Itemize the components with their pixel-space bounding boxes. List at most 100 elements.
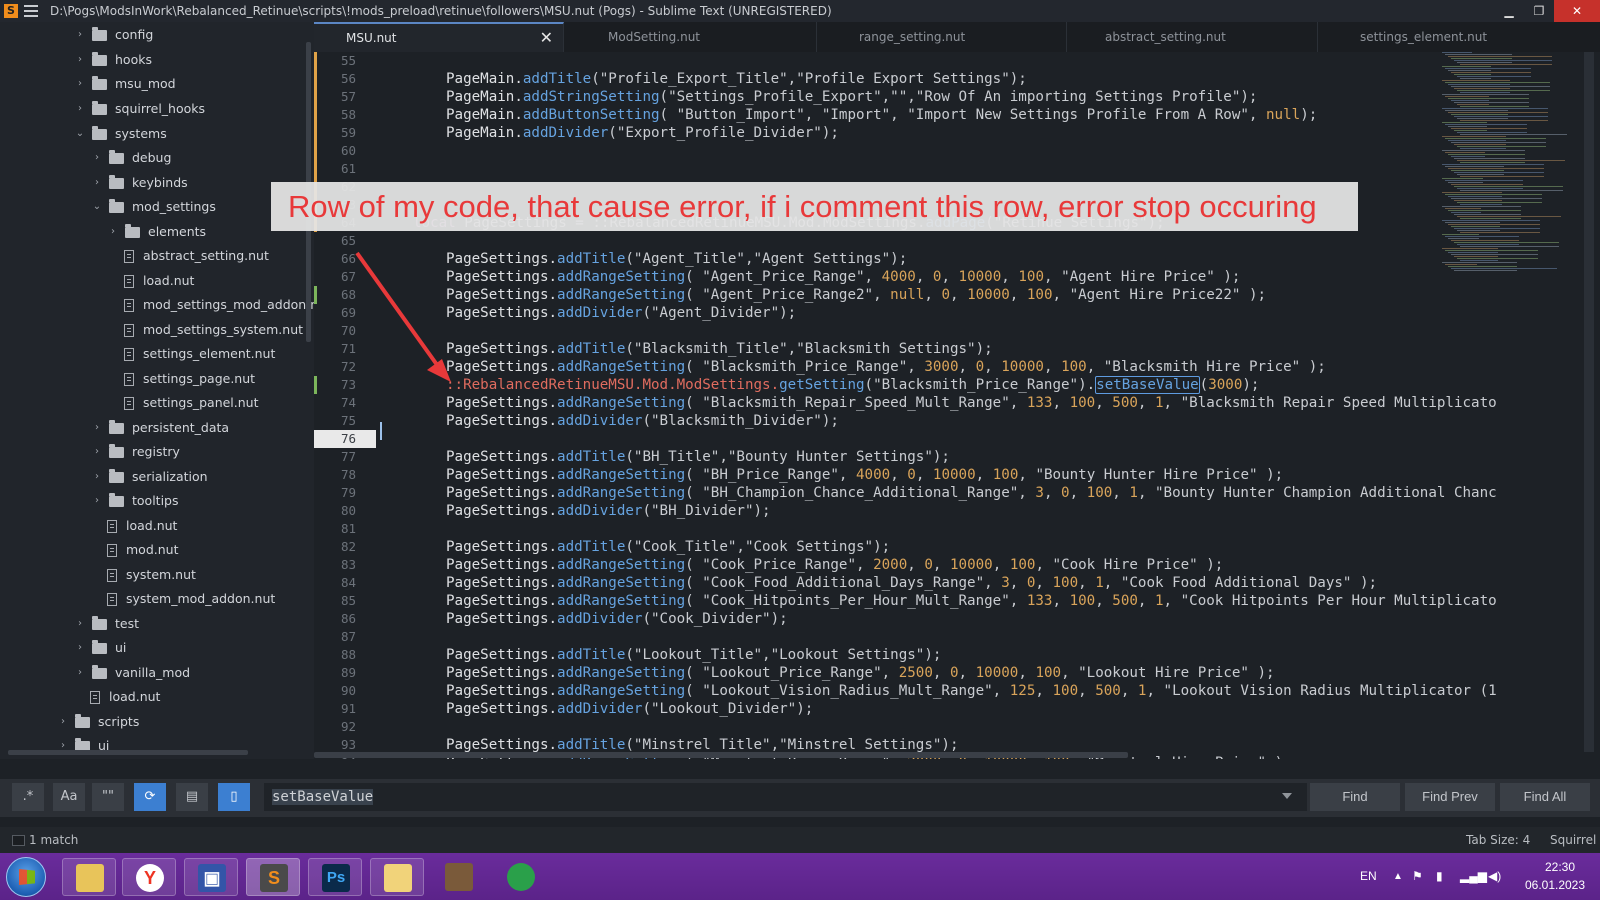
- chevron-right-icon[interactable]: ›: [74, 661, 86, 685]
- clock-time[interactable]: 22:30: [1530, 858, 1590, 876]
- sidebar-item-mod-settings-system[interactable]: mod_settings_system.nut: [124, 318, 303, 342]
- chevron-right-icon[interactable]: ›: [91, 465, 103, 489]
- close-window-button[interactable]: ✕: [1554, 0, 1600, 22]
- sidebar-item-systems[interactable]: ⌄ systems: [74, 122, 167, 146]
- code-line[interactable]: PageSettings.addDivider("Agent_Divider")…: [446, 304, 796, 322]
- tab-range-setting-nut[interactable]: range_setting.nut: [817, 22, 1067, 52]
- sidebar-item-tooltips[interactable]: › tooltips: [91, 489, 179, 513]
- chevron-down-icon[interactable]: ⌄: [74, 122, 86, 146]
- chevron-right-icon[interactable]: ›: [74, 97, 86, 121]
- clock-date[interactable]: 06.01.2023: [1520, 876, 1590, 894]
- chevron-right-icon[interactable]: ›: [74, 72, 86, 96]
- find-prev-button[interactable]: Find Prev: [1405, 783, 1495, 811]
- chevron-right-icon[interactable]: ›: [91, 146, 103, 170]
- find-input[interactable]: setBaseValue: [264, 783, 1307, 811]
- save-icon[interactable]: ▣: [184, 858, 238, 896]
- file-explorer-icon[interactable]: [62, 858, 116, 896]
- sidebar-item-mod-settings-mod-addon[interactable]: mod_settings_mod_addon.nut: [124, 293, 314, 317]
- minimize-button[interactable]: ▁: [1494, 0, 1524, 22]
- sidebar-horizontal-scrollbar[interactable]: [8, 750, 248, 755]
- sidebar-item-serialization[interactable]: › serialization: [91, 465, 208, 489]
- code-line[interactable]: PageSettings.addTitle("Lookout_Title","L…: [446, 646, 941, 664]
- syntax-indicator[interactable]: Squirrel: [1550, 827, 1596, 853]
- code-line[interactable]: PageMain.addButtonSetting( "Button_Impor…: [446, 106, 1317, 124]
- in-selection-toggle-button[interactable]: ▤: [176, 783, 208, 811]
- code-line[interactable]: PageMain.addStringSetting("Settings_Prof…: [446, 88, 1257, 106]
- code-line[interactable]: PageMain.addTitle("Profile_Export_Title"…: [446, 70, 1027, 88]
- sublime-text-icon[interactable]: S: [246, 858, 300, 896]
- chevron-right-icon[interactable]: ›: [91, 416, 103, 440]
- editor-vertical-scrollbar[interactable]: [1584, 52, 1594, 752]
- code-editor[interactable]: 5556575859606162636465666768697071727374…: [314, 52, 1600, 759]
- sidebar-item-debug[interactable]: › debug: [91, 146, 171, 170]
- flag-icon[interactable]: ⚑: [1412, 853, 1423, 900]
- code-line[interactable]: PageSettings.addTitle("BH_Title","Bounty…: [446, 448, 950, 466]
- code-line[interactable]: PageSettings.addRangeSetting( "BH_Price_…: [446, 466, 1283, 484]
- volume-icon[interactable]: ◀): [1488, 853, 1501, 900]
- sidebar-item-persistent-data[interactable]: › persistent_data: [91, 416, 229, 440]
- sidebar-item-mod-settings[interactable]: ⌄ mod_settings: [91, 195, 216, 219]
- regex-toggle-button[interactable]: .*: [12, 783, 44, 811]
- code-line[interactable]: PageSettings.addDivider("Lookout_Divider…: [446, 700, 813, 718]
- sidebar-item-abstract-setting[interactable]: abstract_setting.nut: [124, 244, 269, 268]
- find-button[interactable]: Find: [1310, 783, 1400, 811]
- code-line[interactable]: PageSettings.addRangeSetting( "Agent_Pri…: [446, 268, 1240, 286]
- maximize-button[interactable]: ❐: [1524, 0, 1554, 22]
- minimap[interactable]: [1442, 52, 1567, 292]
- sidebar-item-hooks[interactable]: › hooks: [74, 48, 152, 72]
- tab-size-indicator[interactable]: Tab Size: 4: [1466, 827, 1530, 853]
- chevron-right-icon[interactable]: ›: [91, 171, 103, 195]
- chevron-right-icon[interactable]: ›: [74, 48, 86, 72]
- code-line[interactable]: PageSettings.addDivider("Blacksmith_Divi…: [446, 412, 839, 430]
- code-line[interactable]: PageMain.addDivider("Export_Profile_Divi…: [446, 124, 839, 142]
- code-line[interactable]: PageSettings.addRangeSetting( "Lookout_P…: [446, 664, 1275, 682]
- sidebar-item-ui[interactable]: › ui: [74, 636, 126, 660]
- chevron-right-icon[interactable]: ›: [57, 710, 69, 734]
- game-icon[interactable]: [432, 858, 486, 896]
- editor-horizontal-scrollbar[interactable]: [314, 752, 1128, 758]
- photoshop-icon[interactable]: Ps: [308, 858, 362, 896]
- sidebar-item-settings-element[interactable]: settings_element.nut: [124, 342, 275, 366]
- torrent-icon[interactable]: [494, 858, 548, 896]
- start-button[interactable]: [6, 857, 46, 897]
- sidebar-item-mod-nut[interactable]: mod.nut: [107, 538, 178, 562]
- code-line[interactable]: ::RebalancedRetinueMSU.Mod.ModSettings.g…: [446, 376, 1259, 394]
- code-line[interactable]: PageSettings.addRangeSetting( "BH_Champi…: [446, 484, 1497, 502]
- tab-msu-nut[interactable]: MSU.nut ✕: [314, 22, 564, 52]
- sidebar-item-squirrel-hooks[interactable]: › squirrel_hooks: [74, 97, 205, 121]
- chevron-right-icon[interactable]: ›: [74, 636, 86, 660]
- sidebar-item-settings-page[interactable]: settings_page.nut: [124, 367, 255, 391]
- tab-abstract-setting-nut[interactable]: abstract_setting.nut: [1067, 22, 1318, 52]
- folder-icon[interactable]: [370, 858, 424, 896]
- network-icon[interactable]: ▮: [1436, 853, 1443, 900]
- sidebar-item-test[interactable]: › test: [74, 612, 139, 636]
- sidebar-item-registry[interactable]: › registry: [91, 440, 180, 464]
- code-line[interactable]: PageSettings.addTitle("Cook_Title","Cook…: [446, 538, 890, 556]
- chevron-right-icon[interactable]: ›: [74, 612, 86, 636]
- code-line[interactable]: PageSettings.addRangeSetting( "Cook_Hitp…: [446, 592, 1497, 610]
- code-line[interactable]: PageSettings.addRangeSetting( "Blacksmit…: [446, 394, 1497, 412]
- chevron-down-icon[interactable]: ⌄: [91, 195, 103, 219]
- code-line[interactable]: PageSettings.addRangeSetting( "Blacksmit…: [446, 358, 1326, 376]
- yandex-browser-icon[interactable]: Y: [122, 858, 176, 896]
- chevron-right-icon[interactable]: ›: [107, 220, 119, 244]
- language-indicator[interactable]: EN: [1360, 853, 1377, 900]
- chevron-right-icon[interactable]: ›: [74, 23, 86, 47]
- code-line[interactable]: PageSettings.addTitle("Blacksmith_Title"…: [446, 340, 993, 358]
- chevron-right-icon[interactable]: ›: [91, 489, 103, 513]
- sidebar-file-tree[interactable]: › config › hooks › msu_mod › squirrel_hooks …: [0, 22, 314, 759]
- sidebar-item-root-load-nut[interactable]: load.nut: [90, 685, 160, 709]
- code-line[interactable]: PageSettings.addDivider("BH_Divider");: [446, 502, 771, 520]
- code-line[interactable]: PageSettings.addRangeSetting( "Cook_Food…: [446, 574, 1377, 592]
- sidebar-item-elements[interactable]: › elements: [107, 220, 206, 244]
- code-line[interactable]: PageSettings.addRangeSetting( "Cook_Pric…: [446, 556, 1223, 574]
- code-line[interactable]: PageSettings.addRangeSetting( "Lookout_V…: [446, 682, 1497, 700]
- tab-modsetting-nut[interactable]: ModSetting.nut: [564, 22, 817, 52]
- sidebar-item-keybinds[interactable]: › keybinds: [91, 171, 188, 195]
- find-all-button[interactable]: Find All: [1500, 783, 1590, 811]
- sidebar-item-msu-mod[interactable]: › msu_mod: [74, 72, 176, 96]
- code-line[interactable]: PageSettings.addRangeSetting( "Agent_Pri…: [446, 286, 1266, 304]
- sidebar-item-settings-panel[interactable]: settings_panel.nut: [124, 391, 259, 415]
- whole-word-toggle-button[interactable]: "": [92, 783, 124, 811]
- find-history-dropdown-icon[interactable]: [1282, 793, 1292, 799]
